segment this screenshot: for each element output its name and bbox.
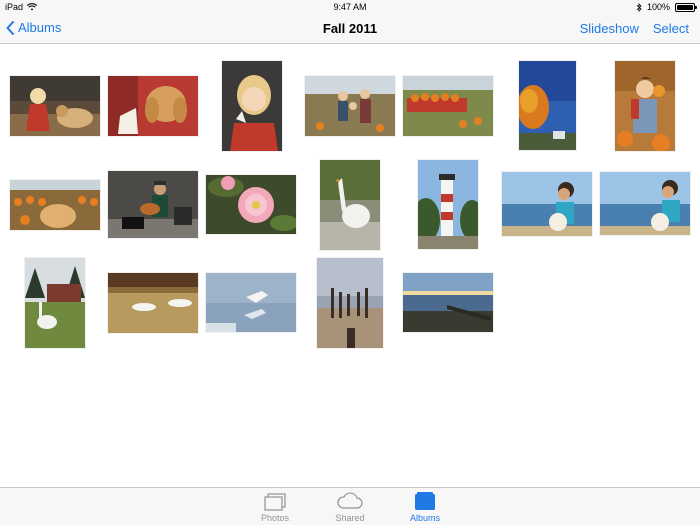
status-right: 100%	[636, 2, 697, 12]
photo-white-goose[interactable]	[320, 160, 380, 250]
photo-street-guitarist[interactable]	[108, 171, 198, 238]
photo-boy-beach-pumpkin-2[interactable]	[600, 172, 690, 235]
tab-albums-label: Albums	[409, 513, 440, 523]
photo-family-pumpkin-patch[interactable]	[305, 76, 395, 136]
nav-actions: Slideshow Select	[580, 21, 689, 36]
photo-autumn-tree-sky[interactable]	[519, 61, 576, 150]
tab-shared[interactable]: Shared	[315, 491, 385, 523]
tab-bar: Photos Shared Albums	[0, 487, 700, 525]
status-time: 9:47 AM	[333, 2, 367, 12]
photo-blonde-girl-icecream[interactable]	[222, 61, 282, 151]
photo-spaniel-dog[interactable]	[108, 76, 198, 136]
photo-pumpkin-field-bales[interactable]	[10, 180, 100, 230]
slideshow-button[interactable]: Slideshow	[580, 21, 639, 36]
photo-pier-posts[interactable]	[317, 258, 383, 348]
tab-shared-label: Shared	[335, 513, 365, 523]
photo-boy-overalls-pumpkins[interactable]	[615, 61, 675, 151]
albums-back-button[interactable]: Albums	[6, 20, 61, 35]
bluetooth-icon	[636, 2, 642, 12]
photo-boy-beach-pumpkin-1[interactable]	[502, 172, 592, 236]
photo-goose-by-barn[interactable]	[25, 258, 85, 348]
battery-percent: 100%	[646, 2, 670, 12]
photo-swans-water[interactable]	[206, 273, 296, 332]
photo-lighthouse[interactable]	[418, 160, 478, 249]
photos-icon	[264, 493, 286, 511]
back-label: Albums	[18, 20, 62, 35]
tab-photos-label: Photos	[260, 513, 290, 523]
status-bar: iPad 9:47 AM 100%	[0, 0, 700, 14]
photo-pumpkin-wagon[interactable]	[403, 76, 493, 136]
tab-albums[interactable]: Albums	[390, 491, 460, 523]
nav-bar: Albums Fall 2011 Slideshow Select	[0, 14, 700, 44]
cloud-icon	[337, 492, 363, 509]
photo-girl-with-dog[interactable]	[10, 76, 100, 136]
photo-swans-field[interactable]	[108, 273, 198, 333]
photo-lake-pier-sunset[interactable]	[403, 273, 493, 332]
chevron-left-icon	[6, 20, 14, 35]
tab-photos[interactable]: Photos	[240, 491, 310, 523]
folder-icon	[415, 492, 435, 510]
battery-icon	[675, 2, 697, 12]
select-button[interactable]: Select	[653, 21, 689, 36]
photo-pink-flower[interactable]	[206, 175, 296, 234]
